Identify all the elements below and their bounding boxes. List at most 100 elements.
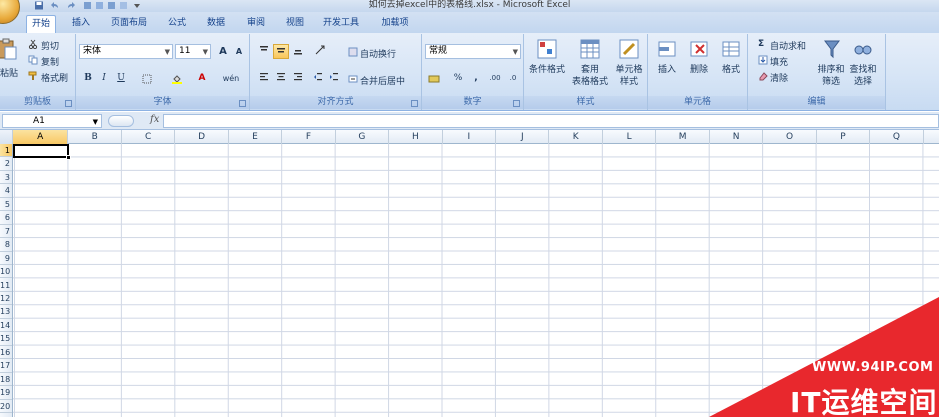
row-header[interactable]: 13: [0, 305, 12, 319]
align-middle-button[interactable]: [273, 44, 289, 59]
shrink-font-button[interactable]: A: [231, 44, 247, 59]
conditional-format-button[interactable]: 条件格式: [524, 65, 570, 76]
row-header[interactable]: 15: [0, 332, 12, 346]
find-select-button-line2[interactable]: 选择: [846, 77, 880, 88]
row-header[interactable]: 3: [0, 171, 12, 185]
column-header-i[interactable]: I: [443, 130, 497, 144]
name-box[interactable]: A1 ▼: [2, 114, 102, 128]
format-as-table-button-line1[interactable]: 套用: [568, 65, 612, 76]
find-select-button-line1[interactable]: 查找和: [846, 65, 880, 76]
tab-review[interactable]: 审阅: [241, 15, 271, 33]
row-header[interactable]: 16: [0, 346, 12, 360]
tab-developer[interactable]: 开发工具: [318, 15, 364, 33]
column-header-d[interactable]: D: [175, 130, 229, 144]
column-header-e[interactable]: E: [229, 130, 283, 144]
row-header[interactable]: 1: [0, 144, 12, 158]
row-header[interactable]: 7: [0, 225, 12, 239]
copy-button[interactable]: 复制: [41, 55, 59, 68]
tab-add-ins[interactable]: 加载项: [374, 15, 416, 33]
active-cell-a1[interactable]: [13, 144, 69, 158]
column-header-h[interactable]: H: [389, 130, 443, 144]
row-header[interactable]: 4: [0, 184, 12, 198]
select-all-button[interactable]: [0, 130, 13, 144]
font-color-button[interactable]: A: [194, 71, 210, 86]
tab-view[interactable]: 视图: [280, 15, 310, 33]
sort-filter-button-line2[interactable]: 筛选: [814, 77, 848, 88]
clear-button[interactable]: 清除: [770, 71, 788, 84]
align-left-button[interactable]: [256, 71, 272, 86]
tab-home[interactable]: 开始: [26, 15, 56, 33]
number-launcher[interactable]: [513, 100, 520, 107]
borders-icon[interactable]: [142, 74, 152, 84]
formula-expand-button[interactable]: [108, 115, 134, 127]
column-header-l[interactable]: L: [603, 130, 657, 144]
grow-font-button[interactable]: A: [215, 44, 231, 59]
currency-icon[interactable]: [428, 74, 442, 84]
alignment-launcher[interactable]: [411, 100, 418, 107]
bold-button[interactable]: B: [80, 71, 96, 86]
row-header[interactable]: 6: [0, 211, 12, 225]
column-header-q[interactable]: Q: [870, 130, 924, 144]
number-format-combo[interactable]: 常规 ▼: [425, 44, 521, 59]
row-header[interactable]: 14: [0, 319, 12, 333]
orientation-button[interactable]: [310, 44, 332, 59]
align-bottom-button[interactable]: [290, 44, 306, 59]
format-as-table-button-line2[interactable]: 表格格式: [568, 77, 612, 88]
column-header-j[interactable]: J: [496, 130, 550, 144]
column-header-m[interactable]: M: [656, 130, 710, 144]
decrease-decimal-button[interactable]: .0: [504, 71, 522, 86]
font-size-combo[interactable]: 11 ▼: [175, 44, 211, 59]
cell-styles-button-line2[interactable]: 样式: [610, 77, 648, 88]
formula-input[interactable]: [163, 114, 939, 128]
column-header-p[interactable]: P: [817, 130, 871, 144]
tab-page-layout[interactable]: 页面布局: [106, 15, 152, 33]
insert-function-icon[interactable]: fx: [150, 114, 159, 125]
tab-insert[interactable]: 插入: [66, 15, 96, 33]
row-header[interactable]: 17: [0, 359, 12, 373]
align-top-button[interactable]: [256, 44, 272, 59]
tab-data[interactable]: 数据: [201, 15, 231, 33]
font-launcher[interactable]: [239, 100, 246, 107]
column-header-k[interactable]: K: [550, 130, 603, 144]
row-header[interactable]: 10: [0, 265, 12, 279]
align-right-button[interactable]: [290, 71, 306, 86]
row-header[interactable]: 8: [0, 238, 12, 252]
row-header[interactable]: 20: [0, 400, 12, 413]
phonetic-button[interactable]: wén: [219, 71, 243, 86]
row-header[interactable]: 18: [0, 373, 12, 387]
row-header[interactable]: 12: [0, 292, 12, 306]
percent-button[interactable]: %: [450, 71, 466, 86]
column-header-n[interactable]: N: [710, 130, 764, 144]
row-header[interactable]: 19: [0, 386, 12, 400]
autosum-button[interactable]: 自动求和: [770, 39, 806, 52]
align-center-button[interactable]: [273, 71, 289, 86]
font-name-combo[interactable]: 宋体 ▼: [79, 44, 173, 59]
fill-color-icon[interactable]: [172, 74, 182, 84]
underline-button[interactable]: U: [113, 71, 129, 86]
italic-button[interactable]: I: [96, 71, 112, 86]
comma-button[interactable]: ,: [468, 71, 484, 86]
fill-button[interactable]: 填充: [770, 55, 788, 68]
row-header[interactable]: 9: [0, 252, 12, 266]
merge-center-button[interactable]: 合并后居中: [360, 74, 405, 87]
paste-button[interactable]: 粘贴: [0, 66, 18, 79]
column-header-c[interactable]: C: [122, 130, 176, 144]
increase-indent-button[interactable]: [326, 71, 342, 86]
tab-formulas[interactable]: 公式: [162, 15, 192, 33]
format-painter-button[interactable]: 格式刷: [41, 71, 68, 84]
increase-decimal-button[interactable]: .00: [486, 71, 504, 86]
column-header-f[interactable]: F: [282, 130, 336, 144]
cut-button[interactable]: 剪切: [41, 39, 59, 52]
fill-handle[interactable]: [66, 155, 71, 160]
row-header[interactable]: 2: [0, 157, 12, 171]
format-cells-button[interactable]: 格式: [712, 65, 750, 76]
wrap-text-button[interactable]: 自动换行: [360, 47, 396, 60]
column-header-g[interactable]: G: [336, 130, 390, 144]
column-header-b[interactable]: B: [68, 130, 122, 144]
cell-styles-button-line1[interactable]: 单元格: [610, 65, 648, 76]
column-header-o[interactable]: O: [763, 130, 817, 144]
row-header[interactable]: 5: [0, 198, 12, 212]
column-header-a[interactable]: A: [13, 130, 69, 144]
clipboard-launcher[interactable]: [65, 100, 72, 107]
decrease-indent-button[interactable]: [310, 71, 326, 86]
